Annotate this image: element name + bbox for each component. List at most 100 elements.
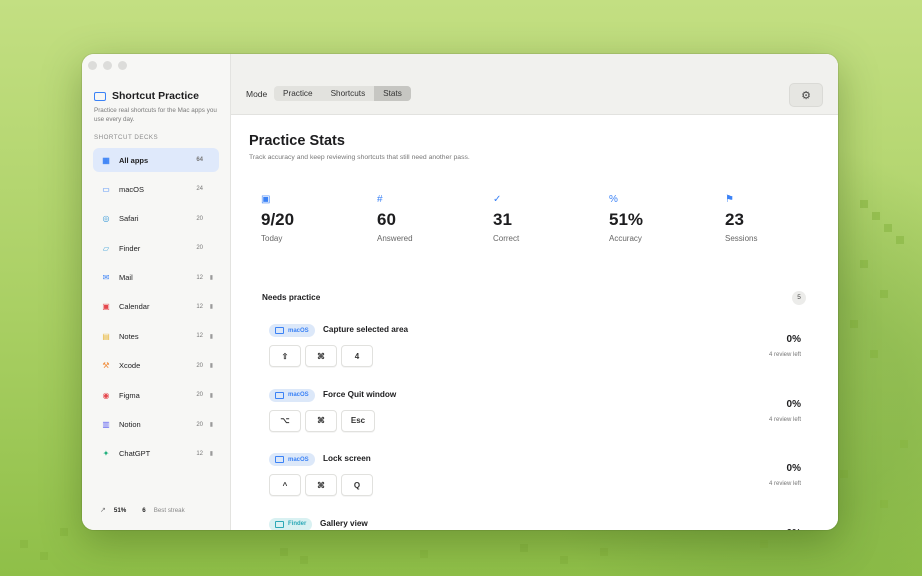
tab-practice[interactable]: Practice	[274, 86, 322, 101]
lock-icon: ▮	[209, 422, 213, 429]
sidebar-item-count: 64	[196, 157, 203, 163]
app-header: Shortcut Practice Practice real shortcut…	[94, 90, 222, 124]
tab-shortcuts[interactable]: Shortcuts	[322, 86, 375, 101]
app-window: Shortcut Practice Practice real shortcut…	[82, 54, 838, 530]
sidebar-item-count: 12	[196, 274, 203, 281]
practice-item[interactable]: macOS Lock screen ^ ⌘ Q 0% 4 review left	[269, 453, 801, 513]
sparkle-icon: ✦	[102, 449, 110, 459]
stat-label: Correct	[493, 234, 520, 243]
document-icon: ▥	[102, 420, 110, 430]
needs-practice-title: Needs practice	[262, 293, 321, 302]
display-icon	[275, 327, 284, 334]
sidebar-item-all-apps[interactable]: ▦ All apps 64	[93, 148, 219, 172]
percent-icon: %	[609, 194, 618, 205]
app-chip: macOS	[269, 324, 315, 337]
mode-label: Mode	[246, 89, 268, 99]
folder-icon	[275, 520, 284, 528]
stat-answered: #60 Answered	[377, 194, 477, 243]
page-subtitle: Track accuracy and keep reviewing shortc…	[249, 154, 470, 161]
note-icon: ▤	[102, 331, 110, 341]
practice-item[interactable]: macOS Capture selected area ⇧ ⌘ 4 0% 4 review …	[269, 324, 801, 384]
sidebar-item-xcode[interactable]: ⚒ Xcode 20 ▮	[93, 354, 219, 378]
stat-value: 31	[493, 210, 512, 229]
stat-value: 23	[725, 210, 744, 229]
footer-streak: 6	[142, 506, 146, 514]
lock-icon: ▮	[209, 333, 213, 340]
display-icon: ▭	[102, 184, 110, 194]
key-combo: ⌥ ⌘ Esc	[269, 409, 375, 432]
app-chip: Finder	[269, 517, 313, 530]
hash-icon: #	[377, 194, 383, 205]
keycap: ⌘	[305, 474, 337, 496]
app-title: Shortcut Practice	[112, 90, 199, 102]
page-title: Practice Stats	[249, 133, 345, 149]
grid-icon: ▦	[102, 155, 110, 165]
footer-accuracy: 51%	[113, 506, 127, 514]
sidebar-item-safari[interactable]: ◎ Safari 20	[93, 207, 219, 231]
sidebar-item-finder[interactable]: ▱ Finder 20	[93, 236, 219, 260]
sidebar-item-label: Figma	[119, 390, 140, 400]
sidebar-item-count: 20	[196, 245, 203, 252]
sidebar-item-calendar[interactable]: ▣ Calendar 12 ▮	[93, 295, 219, 319]
mode-segmented-control: Practice Shortcuts Stats	[274, 86, 411, 101]
envelope-icon: ✉	[102, 273, 110, 283]
zoom-window-button[interactable]	[118, 61, 127, 70]
figma-icon: ◉	[102, 390, 110, 400]
sidebar-item-label: Finder	[119, 243, 141, 253]
sidebar-item-chatgpt[interactable]: ✦ ChatGPT 12 ▮	[93, 442, 219, 466]
sidebar-item-label: Notion	[119, 420, 141, 430]
deck-list: ▦ All apps 64 ▭ macOS 24 ◎ Safari 20 ▱ Finder 20 ✉ Ma…	[93, 148, 219, 471]
practice-item[interactable]: Finder Gallery view 0%	[269, 517, 801, 531]
tab-stats[interactable]: Stats	[374, 86, 411, 101]
display-icon	[275, 456, 284, 463]
reviews-left: 4 review left	[768, 416, 801, 423]
progress-percent: 0%	[786, 463, 801, 474]
lock-icon: ▮	[209, 392, 213, 399]
sidebar-item-label: Notes	[119, 331, 139, 341]
progress-percent: 0%	[787, 528, 801, 531]
keycap: ⇧	[269, 345, 301, 367]
lock-icon: ▮	[209, 304, 213, 311]
main-content: Mode Practice Shortcuts Stats ⚙ Practice S…	[231, 54, 838, 530]
sidebar-item-notion[interactable]: ▥ Notion 20 ▮	[93, 413, 219, 437]
lock-icon: ▮	[209, 363, 213, 370]
footer-streak-label: Best streak	[153, 506, 185, 514]
stat-sessions: ⚑ 23 Sessions	[725, 194, 825, 243]
sidebar-footer: ↗ 51% 6 Best streak	[100, 506, 185, 515]
shortcut-name: Force Quit window	[323, 389, 397, 399]
sidebar-item-label: Xcode	[119, 361, 141, 371]
keycap: ⌥	[269, 409, 301, 432]
sidebar-item-count: 12	[196, 450, 203, 457]
settings-button[interactable]: ⚙	[789, 83, 823, 107]
reviews-left: 4 review left	[768, 352, 801, 358]
app-chip-label: Finder	[288, 521, 307, 527]
stat-value: 60	[377, 210, 396, 229]
key-combo: ⇧ ⌘ 4	[269, 345, 373, 367]
sidebar: Shortcut Practice Practice real shortcut…	[82, 54, 231, 530]
calendar-icon: ▣	[102, 302, 110, 312]
sidebar-item-count: 20	[196, 392, 203, 399]
calendar-icon: ▣	[261, 194, 271, 205]
lock-icon: ▮	[209, 275, 213, 282]
stat-today: ▣ 9/20 Today	[261, 194, 361, 243]
stat-correct: ✓ 31 Correct	[493, 194, 593, 243]
sidebar-item-notes[interactable]: ▤ Notes 12 ▮	[93, 324, 219, 348]
stat-label: Accuracy	[609, 234, 642, 243]
needs-practice-count: 5	[792, 291, 806, 305]
keycap: ^	[269, 474, 301, 496]
sidebar-item-figma[interactable]: ◉ Figma 20 ▮	[93, 383, 219, 407]
sidebar-item-mail[interactable]: ✉ Mail 12 ▮	[93, 266, 219, 290]
keycap: 4	[341, 345, 373, 367]
minimize-window-button[interactable]	[103, 61, 112, 70]
app-chip-label: macOS	[288, 327, 309, 334]
app-chip: macOS	[269, 388, 315, 402]
toolbar: Mode Practice Shortcuts Stats ⚙	[231, 54, 838, 115]
sidebar-item-count: 20	[196, 421, 203, 428]
practice-item[interactable]: macOS Force Quit window ⌥ ⌘ Esc 0% 4 review le…	[269, 388, 801, 449]
sidebar-item-label: Calendar	[119, 302, 150, 312]
sidebar-item-count: 20	[196, 215, 203, 222]
sidebar-item-macos[interactable]: ▭ macOS 24	[93, 177, 219, 201]
stat-accuracy: % 51% Accuracy	[609, 194, 709, 243]
close-window-button[interactable]	[88, 61, 97, 70]
sidebar-item-count: 12	[196, 333, 203, 340]
